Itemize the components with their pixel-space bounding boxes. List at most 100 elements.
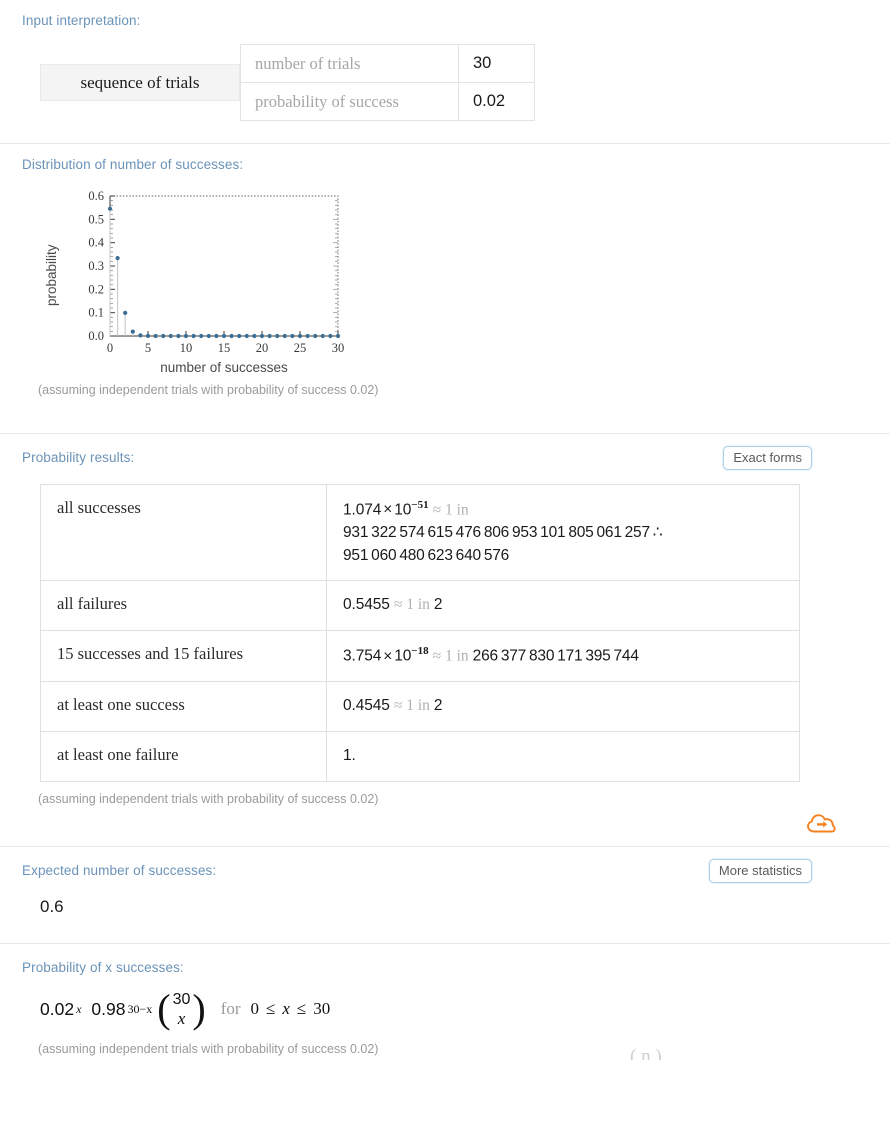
result-value: 1.074×10−51 ≈ 1 in 931 322 574 615 476 8…: [327, 485, 800, 581]
svg-text:30: 30: [332, 341, 345, 355]
svg-text:0.1: 0.1: [88, 306, 104, 320]
svg-text:0.2: 0.2: [88, 282, 104, 296]
probability-results-title: Probability results:: [22, 450, 134, 465]
distribution-plot: probability 0.0 0.1 0.2 0.3 0.4: [22, 174, 868, 376]
table-row: at least one success 0.4545 ≈ 1 in 2: [41, 682, 800, 732]
result-bigint-line1: 2: [434, 697, 442, 714]
section-input-interpretation: Input interpretation: sequence of trials…: [0, 0, 890, 121]
results-table: all successes 1.074×10−51 ≈ 1 in 931 322…: [40, 484, 800, 782]
table-row: 15 successes and 15 failures 3.754×10−18…: [41, 631, 800, 682]
distribution-title: Distribution of number of successes:: [22, 157, 243, 172]
result-coefficient: 3.754: [343, 648, 381, 665]
svg-text:25: 25: [294, 341, 307, 355]
section-probability-results: Probability results: Exact forms all suc…: [0, 434, 890, 836]
svg-text:5: 5: [145, 341, 151, 355]
approx-label: ≈ 1 in: [394, 596, 430, 613]
exact-forms-button[interactable]: Exact forms: [723, 446, 812, 470]
y-axis-label: probability: [44, 244, 59, 306]
stems: [110, 209, 133, 336]
probability-results-header: Probability results: Exact forms: [22, 434, 868, 472]
formula-term2-exponent: 30−x: [127, 1002, 152, 1017]
distribution-header: Distribution of number of successes:: [22, 144, 868, 174]
interp-key: probability of success: [241, 83, 459, 121]
probability-results-caption: (assuming independent trials with probab…: [22, 782, 868, 806]
right-minor-ticks: [333, 201, 338, 332]
interp-value: 30: [459, 45, 535, 83]
input-interpretation-body: sequence of trials number of trials 30 p…: [22, 30, 868, 121]
result-bigint-line2: 951 060 480 623 640 576: [343, 547, 509, 564]
y-ticks: 0.0 0.1 0.2 0.3 0.4 0.5 0.6: [88, 189, 115, 343]
result-base: 10: [394, 501, 411, 518]
table-row: number of trials 30: [241, 45, 535, 83]
svg-text:0.4: 0.4: [88, 236, 104, 250]
result-value: 0.5455 ≈ 1 in 2: [327, 581, 800, 631]
svg-text:20: 20: [256, 341, 269, 355]
table-row: at least one failure 1.: [41, 731, 800, 781]
table-row: probability of success 0.02: [241, 83, 535, 121]
result-bigint-line1: 266 377 830 171 395 744: [473, 648, 639, 665]
result-base: 10: [394, 648, 411, 665]
expected-value: 0.6: [22, 885, 868, 917]
left-paren-icon: (: [157, 993, 170, 1025]
formula-for-label: for: [221, 999, 241, 1019]
formula-header: Probability of x successes:: [22, 944, 868, 977]
range-relation-2: ≤: [297, 999, 306, 1019]
svg-text:10: 10: [180, 341, 193, 355]
svg-text:0.3: 0.3: [88, 259, 104, 273]
result-key: at least one failure: [41, 731, 327, 781]
interp-value: 0.02: [459, 83, 535, 121]
interp-key: number of trials: [241, 45, 459, 83]
section-expected-successes: Expected number of successes: More stati…: [0, 847, 890, 917]
plot-frame: [110, 196, 338, 336]
binomial-stack: 30 x: [171, 991, 193, 1028]
range-relation-1: ≤: [266, 999, 275, 1019]
table-row: all successes 1.074×10−51 ≈ 1 in 931 322…: [41, 485, 800, 581]
result-value: 0.4545 ≈ 1 in 2: [327, 682, 800, 732]
approx-label: ≈ 1 in: [433, 648, 469, 665]
cloud-arrow-icon[interactable]: [806, 812, 836, 836]
result-coefficient: 1.: [343, 747, 356, 764]
more-statistics-button[interactable]: More statistics: [709, 859, 812, 883]
svg-text:0.5: 0.5: [88, 212, 104, 226]
svg-text:15: 15: [218, 341, 231, 355]
times-symbol: ×: [383, 648, 392, 665]
expected-header: Expected number of successes: More stati…: [22, 847, 868, 885]
probability-results-body: all successes 1.074×10−51 ≈ 1 in 931 322…: [22, 472, 868, 782]
section-probability-formula: Probability of x successes: 0.02x 0.9830…: [0, 944, 890, 1056]
result-exponent: −51: [411, 499, 428, 511]
result-key: all successes: [41, 485, 327, 581]
page-title: Input interpretation:: [22, 13, 140, 28]
range-upper: 30: [313, 999, 330, 1019]
result-value: 1.: [327, 731, 800, 781]
result-key: all failures: [41, 581, 327, 631]
interp-table: number of trials 30 probability of succe…: [240, 44, 535, 121]
formula-caption: (assuming independent trials with probab…: [22, 1028, 868, 1056]
result-coefficient: 0.5455: [343, 596, 390, 613]
results-page: Input interpretation: sequence of trials…: [0, 0, 890, 1124]
formula-term1-base: 0.02: [40, 999, 74, 1020]
formula-title: Probability of x successes:: [22, 960, 184, 975]
result-value: 3.754×10−18 ≈ 1 in 266 377 830 171 395 7…: [327, 631, 800, 682]
result-bigint-line1: 931 322 574 615 476 806 953 101 805 061 …: [343, 524, 662, 541]
expected-title: Expected number of successes:: [22, 863, 216, 878]
table-row: all failures 0.5455 ≈ 1 in 2: [41, 581, 800, 631]
formula-term1-exponent: x: [76, 1002, 81, 1017]
probability-formula: 0.02x 0.9830−x ( 30 x ) for 0 ≤ x ≤ 30: [22, 977, 868, 1028]
result-bigint-line1: 2: [434, 596, 442, 613]
section-distribution: Distribution of number of successes: pro…: [0, 144, 890, 397]
approx-label: ≈ 1 in: [394, 697, 430, 714]
result-key: 15 successes and 15 failures: [41, 631, 327, 682]
binomial-k: x: [178, 1009, 186, 1028]
distribution-caption: (assuming independent trials with probab…: [22, 376, 868, 397]
binomial-n: 30: [173, 991, 191, 1009]
approx-label: ≈ 1 in: [433, 501, 469, 518]
svg-text:0: 0: [107, 341, 113, 355]
cloud-action-row: [22, 806, 868, 836]
range-lower: 0: [251, 999, 260, 1019]
right-paren-icon: ): [192, 993, 205, 1025]
interp-subject: sequence of trials: [40, 64, 240, 101]
svg-text:0.0: 0.0: [88, 329, 104, 343]
cutoff-fragment: ( n ): [630, 1046, 662, 1060]
data-points: [108, 207, 340, 338]
input-interpretation-header: Input interpretation:: [22, 0, 868, 30]
